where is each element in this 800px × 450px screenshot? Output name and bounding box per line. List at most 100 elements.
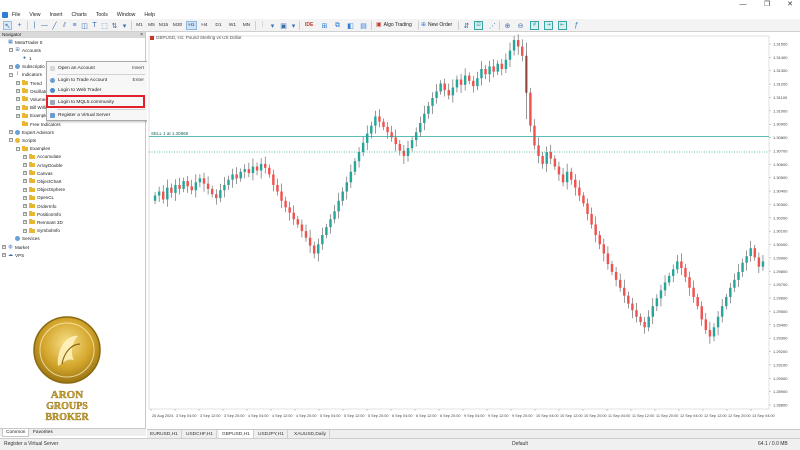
expand-icon[interactable]: +: [23, 163, 27, 167]
tree-item-indicators[interactable]: − ⌇ Indicators: [9, 71, 42, 79]
menu-file[interactable]: File: [12, 12, 20, 18]
indicators-icon[interactable]: ƒ: [572, 21, 581, 30]
ctx-register-virtual-server[interactable]: Register a Virtual Server: [47, 111, 147, 120]
ctx-login-web-trader[interactable]: Login to Web Trader: [47, 86, 147, 95]
dropdown-icon[interactable]: ▾: [289, 21, 298, 30]
market-watch-icon[interactable]: ◧: [346, 21, 355, 30]
tree-item-objectchart[interactable]: + ObjectChart: [23, 177, 62, 185]
tree-item-accounts[interactable]: − ⊞ Accounts: [9, 46, 41, 54]
autoscroll-toggle[interactable]: ⇥: [544, 21, 553, 30]
timeframe-m30[interactable]: M30: [172, 21, 183, 30]
depth-of-market-icon[interactable]: ⇵: [462, 21, 471, 30]
collapse-icon[interactable]: −: [9, 48, 13, 53]
tree-item-expert-advisors[interactable]: + Expert Advisors: [9, 128, 54, 136]
expand-icon[interactable]: +: [16, 89, 20, 94]
chart-window[interactable]: SELL 1 at 1.30868 1.31500 1.31400 1.31300 1.…: [147, 32, 800, 429]
tree-item-trend[interactable]: + Trend: [16, 79, 42, 87]
expand-icon[interactable]: +: [9, 130, 13, 135]
expand-icon[interactable]: +: [23, 204, 27, 208]
algo-trading-button[interactable]: ▣ Algo Trading: [376, 21, 412, 30]
expand-icon[interactable]: +: [16, 97, 20, 102]
expand-icon[interactable]: +: [16, 105, 20, 110]
timeframe-h4[interactable]: H4: [199, 21, 210, 30]
tree-item-opencl[interactable]: + OpenCL: [23, 194, 54, 202]
collapse-icon[interactable]: −: [9, 138, 13, 143]
menu-view[interactable]: View: [29, 12, 40, 18]
expand-icon[interactable]: +: [23, 228, 27, 233]
label-icon[interactable]: ⬚: [100, 21, 109, 30]
templates-icon[interactable]: ▣: [279, 21, 288, 30]
zoom-out-icon[interactable]: ⊖: [516, 21, 525, 30]
timeframe-m5[interactable]: M5: [146, 21, 157, 30]
expand-icon[interactable]: +: [16, 113, 20, 118]
tree-item-vps[interactable]: + ☁ VPS: [2, 251, 24, 259]
horizontal-line-icon[interactable]: —: [40, 21, 49, 30]
menu-charts[interactable]: Charts: [72, 12, 87, 18]
arrows-icon[interactable]: ⇅: [110, 21, 119, 30]
tree-item-services[interactable]: Services: [9, 235, 40, 243]
ide-button[interactable]: IDE: [305, 21, 313, 30]
tree-item-symbolinfo[interactable]: + SymbolInfo: [23, 227, 60, 235]
crosshair-icon[interactable]: +: [15, 21, 24, 30]
tree-item-scripts[interactable]: − Scripts: [9, 136, 36, 144]
fibonacci-icon[interactable]: ≡: [70, 21, 79, 30]
timeframe-h1[interactable]: H1: [186, 21, 197, 30]
collapse-icon[interactable]: −: [9, 72, 13, 77]
menu-tools[interactable]: Tools: [96, 12, 108, 18]
timeframe-mn[interactable]: MN: [241, 21, 252, 30]
collapse-icon[interactable]: −: [16, 146, 20, 151]
expand-icon[interactable]: +: [23, 195, 27, 200]
tree-item-examples[interactable]: − Examples: [16, 145, 50, 153]
tab-favorites[interactable]: Favorites: [30, 429, 56, 437]
timeframe-w1[interactable]: W1: [227, 21, 238, 30]
tree-item-volumes[interactable]: + Volumes: [16, 95, 48, 103]
expand-icon[interactable]: +: [23, 179, 27, 184]
expand-icon[interactable]: +: [23, 187, 27, 192]
data-window-icon[interactable]: ▤: [359, 21, 368, 30]
menu-window[interactable]: Window: [117, 12, 135, 18]
tree-item-subscriptio[interactable]: + Subscriptio: [9, 63, 45, 71]
close-button[interactable]: ✕: [783, 1, 797, 9]
tree-item-market[interactable]: + ◍ Market: [2, 243, 29, 251]
dropdown-icon[interactable]: ▾: [120, 21, 129, 30]
signals-icon[interactable]: ⋰: [488, 21, 497, 30]
zoom-in-icon[interactable]: ⊕: [503, 21, 512, 30]
ctx-login-trade-account[interactable]: Login to Trade Account Enter: [47, 76, 147, 85]
ctx-open-account[interactable]: Open an Account Insert: [47, 64, 147, 73]
tree-item-1[interactable]: ● 1: [16, 54, 32, 62]
expand-icon[interactable]: +: [23, 171, 27, 176]
tab-common[interactable]: Common: [2, 429, 30, 437]
navigator-close-icon[interactable]: ×: [140, 32, 143, 38]
menu-insert[interactable]: Insert: [50, 12, 63, 18]
candlestick-chart[interactable]: SELL 1 at 1.30868 1.31500 1.31400 1.31300 1.…: [147, 32, 800, 429]
chart-shift-toggle[interactable]: ⇤: [558, 21, 567, 30]
channel-icon[interactable]: ⫽: [60, 21, 69, 30]
expand-icon[interactable]: +: [23, 212, 27, 217]
menu-help[interactable]: Help: [144, 12, 155, 18]
minimize-button[interactable]: —: [736, 1, 750, 9]
vertical-line-icon[interactable]: |: [30, 21, 39, 30]
new-order-button[interactable]: ⊕ New Order: [421, 21, 452, 30]
shapes-icon[interactable]: ◫: [80, 21, 89, 30]
new-chart-icon[interactable]: ⊞: [320, 21, 329, 30]
tree-item-metatrader-5[interactable]: ▦ MetaTrader 5: [2, 38, 42, 46]
tree-item-accumulate[interactable]: + Accumulate: [23, 153, 61, 161]
timeframe-m1[interactable]: M1: [134, 21, 145, 30]
tree-item-canvas[interactable]: + Canvas: [23, 169, 53, 177]
grid-toggle[interactable]: #: [530, 21, 539, 30]
trendline-icon[interactable]: ╱: [50, 21, 59, 30]
timeframe-m15[interactable]: M15: [158, 21, 169, 30]
expand-icon[interactable]: +: [2, 253, 6, 258]
tree-item-objectsphere[interactable]: + ObjectSphere: [23, 186, 65, 194]
profiles-icon[interactable]: ⧉: [333, 21, 342, 30]
text-icon[interactable]: T: [90, 21, 99, 30]
tree-item-arraydouble[interactable]: + ArrayDouble: [23, 161, 63, 169]
cursor-icon[interactable]: ↖: [3, 21, 12, 30]
expand-icon[interactable]: +: [16, 81, 20, 85]
expand-icon[interactable]: +: [23, 154, 27, 159]
expand-icon[interactable]: +: [9, 64, 13, 69]
dropdown-icon[interactable]: ▾: [268, 21, 277, 30]
tree-item-free-indicators[interactable]: Free Indicators: [16, 120, 61, 128]
restore-button[interactable]: ❐: [760, 1, 774, 9]
chart-type-icon[interactable]: ⫶: [258, 21, 267, 30]
